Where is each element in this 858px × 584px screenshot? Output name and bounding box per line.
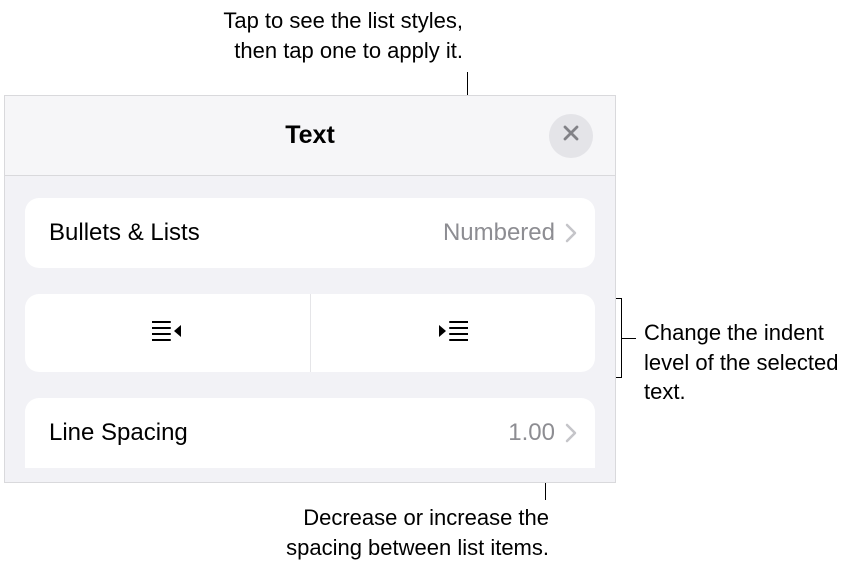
- line-spacing-row[interactable]: Line Spacing 1.00: [25, 398, 595, 468]
- line-spacing-label: Line Spacing: [49, 419, 508, 447]
- close-button[interactable]: [549, 114, 593, 158]
- panel-body: Bullets & Lists Numbered: [5, 176, 615, 468]
- bullets-lists-label: Bullets & Lists: [49, 219, 443, 247]
- text-panel: Text Bullets & Lists Numbered: [4, 95, 616, 483]
- indent-icon: [438, 320, 468, 347]
- chevron-right-icon: [565, 223, 577, 243]
- chevron-right-icon: [565, 423, 577, 443]
- line-spacing-value: 1.00: [508, 419, 555, 447]
- bullets-lists-value: Numbered: [443, 219, 555, 247]
- callout-indent: Change the indent level of the selected …: [644, 318, 849, 407]
- panel-header: Text: [5, 96, 615, 176]
- bullets-lists-row[interactable]: Bullets & Lists Numbered: [25, 198, 595, 268]
- indent-controls: [25, 294, 595, 372]
- panel-title: Text: [285, 121, 335, 150]
- callout-text: Decrease or increase the spacing between…: [189, 503, 549, 562]
- callout-spacing: Decrease or increase the spacing between…: [189, 503, 549, 562]
- callout-leader-right: [622, 338, 636, 339]
- callout-text: Change the indent level of the selected …: [644, 320, 838, 404]
- outdent-button[interactable]: [25, 294, 311, 372]
- callout-list-styles: Tap to see the list styles, then tap one…: [163, 6, 463, 65]
- indent-button[interactable]: [311, 294, 596, 372]
- close-icon: [562, 124, 580, 147]
- outdent-icon: [152, 320, 182, 347]
- callout-text: Tap to see the list styles, then tap one…: [163, 6, 463, 65]
